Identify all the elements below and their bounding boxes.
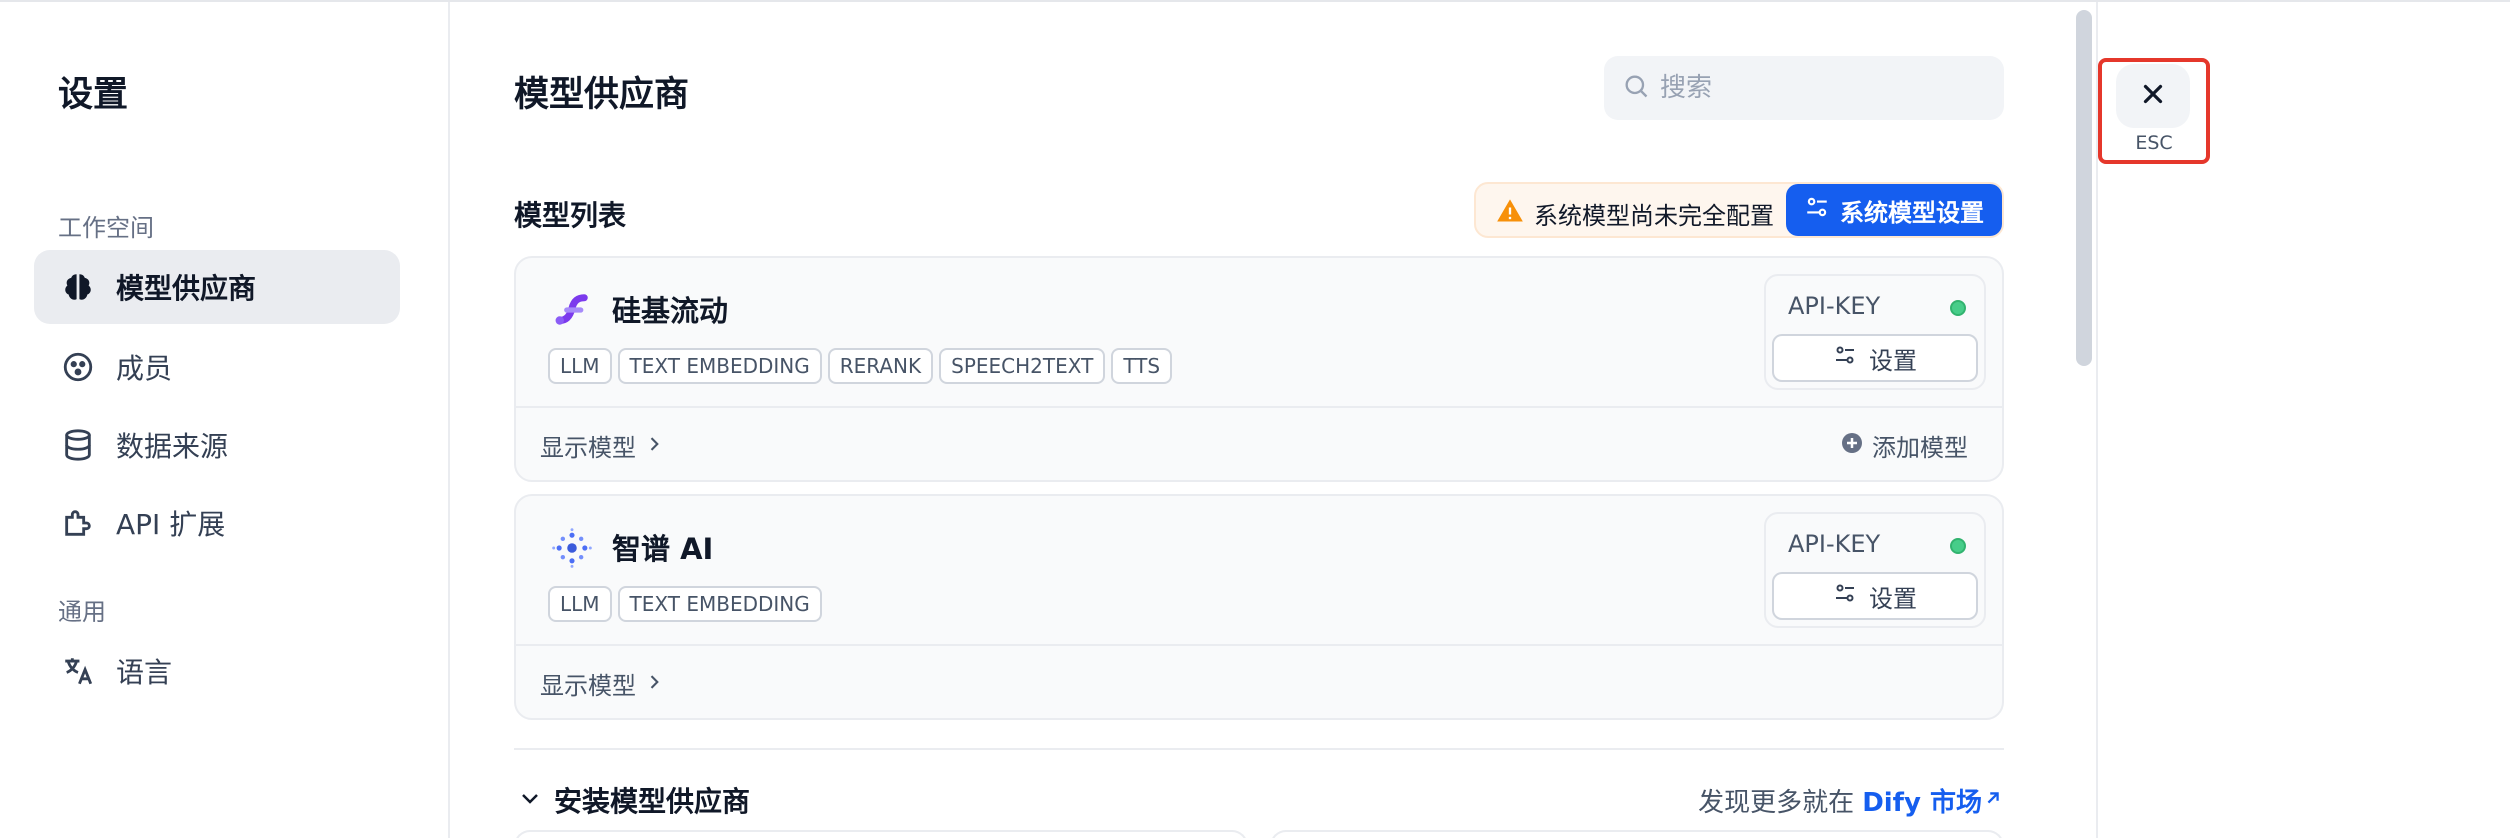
chevron-right-icon	[644, 432, 664, 460]
show-models-link[interactable]: 显示模型	[540, 666, 664, 701]
translate-icon	[60, 653, 96, 689]
sidebar-item-label: 模型供应商	[116, 272, 257, 305]
plus-circle-icon	[1840, 431, 1864, 461]
warning-icon	[1496, 197, 1524, 231]
scrollbar-thumb[interactable]	[2076, 10, 2092, 366]
search-input[interactable]	[1660, 73, 1980, 103]
sliders-icon	[1833, 581, 1857, 611]
search-icon	[1622, 72, 1650, 104]
sidebar-item-members[interactable]: 成员	[34, 330, 400, 404]
database-icon	[60, 427, 96, 463]
show-models-label: 显示模型	[540, 434, 636, 462]
sidebar-item-label: API 扩展	[116, 508, 226, 541]
search-box[interactable]	[1604, 56, 2004, 120]
provider-name: 智谱 AI	[612, 532, 714, 566]
system-model-settings-button[interactable]: 系统模型设置	[1786, 184, 2002, 236]
sidebar-title: 设置	[58, 75, 129, 115]
zhipu-logo-icon	[550, 526, 594, 570]
sidebar-item-label: 成员	[116, 352, 173, 385]
section-general: 通用	[58, 598, 106, 626]
marketplace-hint: 发现更多就在 Dify 市场	[1698, 782, 2004, 819]
provider-name: 硅基流动	[612, 294, 729, 328]
capability-tag: SPEECH2TEXT	[939, 348, 1106, 384]
members-icon	[60, 349, 96, 385]
install-providers-title: 安装模型供应商	[554, 785, 751, 818]
external-link-icon	[1982, 786, 2004, 816]
marketplace-link[interactable]: Dify 市场	[1862, 782, 2004, 819]
model-list-title: 模型列表	[514, 199, 627, 232]
chevron-down-icon	[518, 784, 542, 817]
close-highlight-box: ESC	[2098, 58, 2210, 164]
provider-settings-button[interactable]: 设置	[1772, 572, 1978, 620]
sidebar-item-api-extension[interactable]: API 扩展	[34, 486, 400, 560]
install-providers-toggle[interactable]: 安装模型供应商	[518, 780, 750, 820]
show-models-link[interactable]: 显示模型	[540, 428, 664, 463]
sliders-icon	[1804, 194, 1830, 226]
capability-tag: TTS	[1111, 348, 1173, 384]
sidebar-item-data-source[interactable]: 数据来源	[34, 408, 400, 482]
system-model-settings-label: 系统模型设置	[1840, 198, 1984, 227]
provider-card-partial	[1270, 830, 2004, 838]
chevron-right-icon	[644, 670, 664, 698]
marketplace-link-label: Dify 市场	[1862, 788, 1982, 818]
sidebar-item-model-provider[interactable]: 模型供应商	[34, 250, 400, 324]
add-model-button[interactable]: 添加模型	[1840, 428, 1968, 463]
status-dot-icon	[1950, 538, 1966, 554]
sidebar-item-language[interactable]: 语言	[34, 634, 400, 708]
settings-label: 设置	[1869, 584, 1917, 613]
status-dot-icon	[1950, 300, 1966, 316]
api-key-label: API-KEY	[1788, 292, 1881, 320]
sidebar-item-label: 数据来源	[116, 430, 229, 463]
provider-card-zhipu: 智谱 AI LLM TEXT EMBEDDING API-KEY 设置 显示模型	[514, 494, 2004, 720]
section-divider	[514, 748, 2004, 750]
puzzle-icon	[60, 505, 96, 541]
section-workspace: 工作空间	[58, 214, 154, 242]
page-title: 模型供应商	[514, 75, 690, 115]
sidebar-item-label: 语言	[116, 656, 173, 689]
sliders-icon	[1833, 343, 1857, 373]
esc-label: ESC	[2135, 132, 2173, 154]
provider-card-partial	[514, 830, 1248, 838]
marketplace-prefix: 发现更多就在	[1698, 788, 1855, 818]
warning-text: 系统模型尚未完全配置	[1534, 202, 1774, 230]
capability-tags: LLM TEXT EMBEDDING	[548, 586, 822, 622]
api-key-panel: API-KEY 设置	[1764, 274, 1986, 390]
capability-tag: RERANK	[827, 348, 934, 384]
settings-sidebar: 设置 工作空间 模型供应商 成员 数据来源 API 扩展 通用 语言	[0, 2, 450, 838]
api-key-label: API-KEY	[1788, 530, 1881, 558]
capability-tag: TEXT EMBEDDING	[617, 348, 822, 384]
add-model-label: 添加模型	[1872, 434, 1968, 462]
close-button[interactable]	[2116, 64, 2190, 128]
main-content: 模型供应商 模型列表 系统模型尚未完全配置 系统模型设置 硅基流动 LLM	[452, 2, 2072, 838]
capability-tag: LLM	[548, 348, 612, 384]
brain-icon	[60, 269, 96, 305]
capability-tags: LLM TEXT EMBEDDING RERANK SPEECH2TEXT TT…	[548, 348, 1173, 384]
show-models-label: 显示模型	[540, 672, 636, 700]
settings-label: 设置	[1869, 346, 1917, 375]
siliconflow-logo-icon	[550, 288, 594, 332]
capability-tag: LLM	[548, 586, 612, 622]
provider-card-siliconflow: 硅基流动 LLM TEXT EMBEDDING RERANK SPEECH2TE…	[514, 256, 2004, 482]
close-icon	[2138, 79, 2168, 113]
provider-settings-button[interactable]: 设置	[1772, 334, 1978, 382]
capability-tag: TEXT EMBEDDING	[617, 586, 822, 622]
api-key-panel: API-KEY 设置	[1764, 512, 1986, 628]
